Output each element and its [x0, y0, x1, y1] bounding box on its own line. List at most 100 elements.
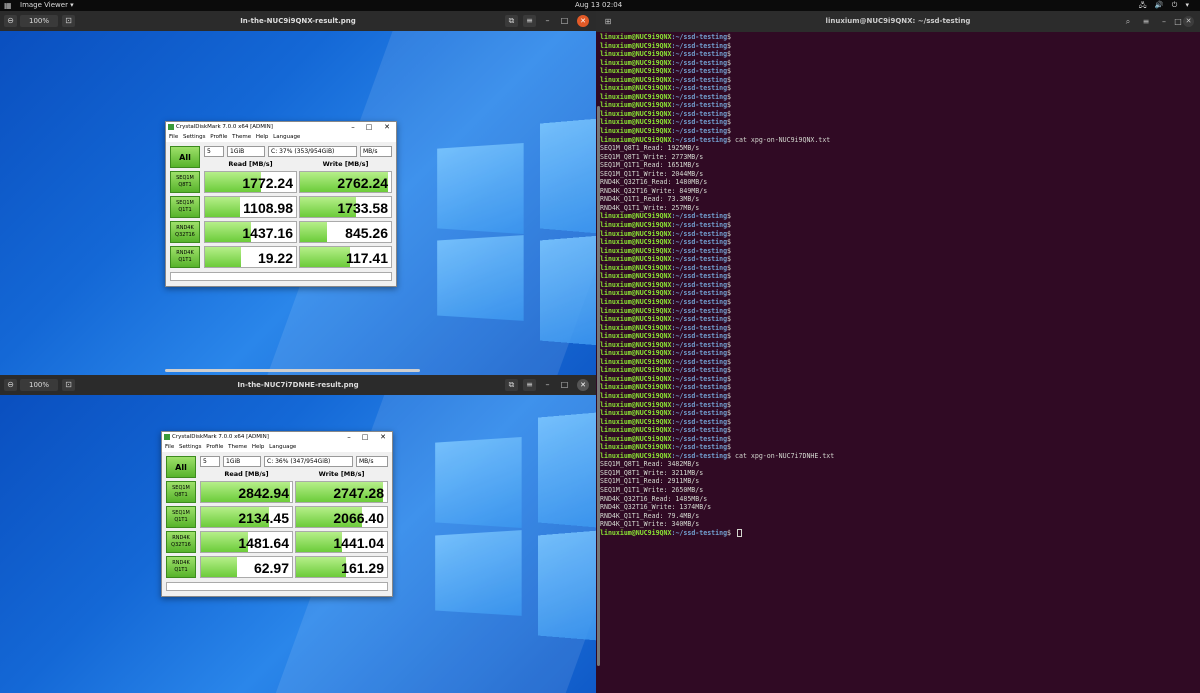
count-select[interactable]: 5	[204, 146, 224, 157]
top-bar: ▦ Image Viewer ▾ Aug 13 02:04 🖧 🔊 ⏻ ▾	[0, 0, 1200, 11]
menu-help[interactable]: Help	[256, 134, 269, 140]
prompt-line: linuxium@NUC9i9QNX:~/ssd-testing$	[600, 340, 732, 349]
test-button[interactable]: SEQ1M Q1T1	[170, 196, 200, 218]
prompt-line: linuxium@NUC9i9QNX:~/ssd-testing$	[600, 306, 732, 315]
read-value: 2842.94	[238, 485, 289, 501]
prompt-line: linuxium@NUC9i9QNX:~/ssd-testing$	[600, 366, 732, 375]
test-button[interactable]: RND4K Q1T1	[170, 246, 200, 268]
zoom-fit-icon[interactable]: ⊡	[62, 15, 75, 27]
terminal-output[interactable]: linuxium@NUC9i9QNX:~/ssd-testing$ linuxiu…	[600, 33, 834, 537]
count-select[interactable]: 5	[200, 456, 220, 467]
minimize-icon[interactable]: –	[1158, 16, 1170, 27]
windows-logo-pane	[437, 235, 524, 321]
size-select[interactable]: 1GiB	[223, 456, 261, 467]
prompt-line: linuxium@NUC9i9QNX:~/ssd-testing$	[600, 101, 732, 110]
activities-icon[interactable]: ▦	[4, 0, 14, 11]
test-button[interactable]: SEQ1M Q8T1	[166, 481, 196, 503]
maximize-icon[interactable]: □	[558, 379, 571, 391]
menu-file[interactable]: File	[169, 134, 178, 140]
zoom-out-icon[interactable]: ⊖	[4, 15, 17, 27]
menu-help[interactable]: Help	[252, 444, 265, 450]
windows-logo-pane	[437, 142, 524, 235]
windows-logo-pane	[537, 412, 596, 528]
unit-select[interactable]: MB/s	[360, 146, 392, 157]
test-button[interactable]: RND4K Q1T1	[166, 556, 196, 578]
menu-icon[interactable]: ≡	[523, 379, 536, 391]
close-icon[interactable]: ✕	[1183, 16, 1194, 27]
menu-profile[interactable]: Profile	[210, 134, 227, 140]
read-header: Read [MB/s]	[224, 470, 269, 478]
new-tab-icon[interactable]: ⊞	[602, 16, 614, 27]
menu-file[interactable]: File	[165, 444, 174, 450]
close-icon[interactable]: ✕	[376, 432, 390, 443]
test-button[interactable]: RND4K Q32T16	[166, 531, 196, 553]
rotate-icon[interactable]: ⧉	[505, 15, 518, 27]
write-bar	[300, 247, 351, 267]
menu-icon[interactable]: ≡	[1140, 16, 1152, 27]
write-result: 1733.58	[299, 196, 392, 218]
read-value: 19.22	[257, 250, 293, 266]
close-icon[interactable]: ✕	[577, 379, 589, 391]
close-icon[interactable]: ✕	[380, 122, 394, 133]
output-line: RND4K_Q1T1_Read: 73.3MB/s	[600, 195, 700, 204]
minimize-icon[interactable]: –	[346, 122, 360, 133]
prompt-line: linuxium@NUC9i9QNX:~/ssd-testing$	[600, 212, 732, 221]
clock[interactable]: Aug 13 02:04	[575, 0, 622, 11]
minimize-icon[interactable]: –	[342, 432, 356, 443]
comment-field[interactable]	[170, 272, 392, 281]
horizontal-scrollbar[interactable]	[165, 369, 420, 372]
comment-field[interactable]	[166, 582, 388, 591]
menu-language[interactable]: Language	[273, 134, 300, 140]
menu-language[interactable]: Language	[269, 444, 296, 450]
crystaldiskmark-window: CrystalDiskMark 7.0.0 x64 [ADMIN] – □ ✕ …	[165, 121, 397, 287]
prompt-line: linuxium@NUC9i9QNX:~/ssd-testing$	[600, 528, 834, 538]
maximize-icon[interactable]: □	[362, 122, 376, 133]
read-bar	[205, 247, 242, 267]
size-select[interactable]: 1GiB	[227, 146, 265, 157]
zoom-level[interactable]: 100%	[20, 379, 58, 391]
maximize-icon[interactable]: □	[558, 15, 571, 27]
all-button[interactable]: All	[166, 456, 196, 478]
write-result: 2747.28	[295, 481, 388, 503]
system-tray[interactable]: 🖧 🔊 ⏻ ▾	[1139, 0, 1192, 11]
prompt-line: linuxium@NUC9i9QNX:~/ssd-testing$	[600, 67, 732, 76]
prompt-line: linuxium@NUC9i9QNX:~/ssd-testing$	[600, 349, 732, 358]
zoom-level[interactable]: 100%	[20, 15, 58, 27]
zoom-out-icon[interactable]: ⊖	[4, 379, 17, 391]
write-result: 845.26	[299, 221, 392, 243]
prompt-line: linuxium@NUC9i9QNX:~/ssd-testing$	[600, 58, 732, 67]
search-icon[interactable]: ⌕	[1122, 16, 1134, 27]
close-icon[interactable]: ✕	[577, 15, 589, 27]
cdm-title: CrystalDiskMark 7.0.0 x64 [ADMIN]	[172, 434, 269, 440]
output-line: RND4K_Q1T1_Write: 340MB/s	[600, 520, 700, 529]
drive-select[interactable]: C: 36% (347/954GiB)	[264, 456, 353, 467]
minimize-icon[interactable]: –	[541, 15, 554, 27]
test-button[interactable]: SEQ1M Q1T1	[166, 506, 196, 528]
menu-settings[interactable]: Settings	[179, 444, 202, 450]
prompt-line: linuxium@NUC9i9QNX:~/ssd-testing$	[600, 75, 732, 84]
output-line: SEQ1M_Q1T1_Write: 2044MB/s	[600, 169, 704, 178]
menu-theme[interactable]: Theme	[228, 444, 247, 450]
app-menu[interactable]: Image Viewer ▾	[20, 0, 74, 11]
prompt-line: linuxium@NUC9i9QNX:~/ssd-testing$	[600, 400, 732, 409]
minimize-icon[interactable]: –	[541, 379, 554, 391]
test-button[interactable]: SEQ1M Q8T1	[170, 171, 200, 193]
read-result: 1772.24	[204, 171, 297, 193]
zoom-fit-icon[interactable]: ⊡	[62, 379, 75, 391]
output-line: SEQ1M_Q8T1_Write: 2773MB/s	[600, 152, 704, 161]
menu-icon[interactable]: ≡	[523, 15, 536, 27]
drive-select[interactable]: C: 37% (353/954GiB)	[268, 146, 357, 157]
test-button[interactable]: RND4K Q32T16	[170, 221, 200, 243]
maximize-icon[interactable]: □	[358, 432, 372, 443]
write-result: 117.41	[299, 246, 392, 268]
menu-profile[interactable]: Profile	[206, 444, 223, 450]
menu-theme[interactable]: Theme	[232, 134, 251, 140]
read-value: 1108.98	[243, 200, 293, 216]
desktop-image: CrystalDiskMark 7.0.0 x64 [ADMIN] – □ ✕ …	[0, 395, 596, 693]
unit-select[interactable]: MB/s	[356, 456, 388, 467]
crystaldiskmark-window: CrystalDiskMark 7.0.0 x64 [ADMIN] – □ ✕ …	[161, 431, 393, 597]
rotate-icon[interactable]: ⧉	[505, 379, 518, 391]
menu-settings[interactable]: Settings	[183, 134, 206, 140]
terminal-titlebar: linuxium@NUC9i9QNX: ~/ssd-testing ⊞ ⌕ ≡ …	[596, 11, 1200, 32]
all-button[interactable]: All	[170, 146, 200, 168]
